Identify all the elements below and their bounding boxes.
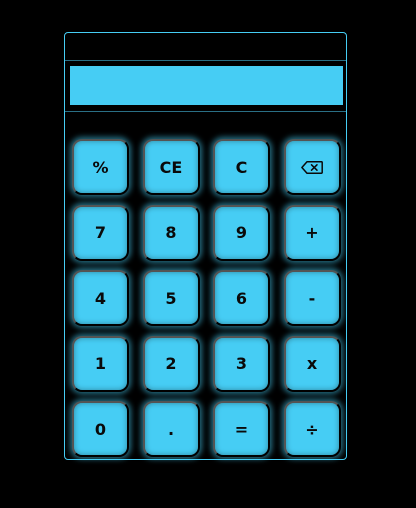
digit-4-key[interactable]: 4 (72, 270, 129, 326)
digit-6-key[interactable]: 6 (213, 270, 270, 326)
digit-2-key[interactable]: 2 (142, 335, 200, 392)
backspace-icon (301, 160, 323, 174)
digit-1-key[interactable]: 1 (72, 335, 129, 392)
digit-5-key[interactable]: 5 (142, 270, 200, 326)
percent-key[interactable]: % (72, 139, 129, 195)
digit-3-key[interactable]: 3 (213, 335, 270, 392)
digit-8-key[interactable]: 8 (142, 204, 200, 261)
digit-7-key[interactable]: 7 (72, 204, 129, 261)
result-display (70, 66, 343, 105)
calculator: % CE C 7 8 9 + 4 5 6 - 1 2 3 x 0 . = ÷ (64, 32, 347, 460)
equals-key[interactable]: = (213, 401, 270, 457)
add-key[interactable]: + (283, 204, 341, 261)
divide-key[interactable]: ÷ (283, 401, 341, 457)
clear-entry-key[interactable]: CE (142, 139, 200, 195)
digit-0-key[interactable]: 0 (72, 401, 129, 457)
backspace-key[interactable] (283, 139, 341, 195)
multiply-key[interactable]: x (283, 335, 341, 392)
digit-9-key[interactable]: 9 (213, 204, 270, 261)
clear-key[interactable]: C (213, 139, 270, 195)
display-divider (65, 111, 346, 112)
decimal-key[interactable]: . (142, 401, 200, 457)
keypad: % CE C 7 8 9 + 4 5 6 - 1 2 3 x 0 . = ÷ (72, 139, 341, 457)
subtract-key[interactable]: - (283, 270, 341, 326)
history-strip (65, 33, 346, 61)
